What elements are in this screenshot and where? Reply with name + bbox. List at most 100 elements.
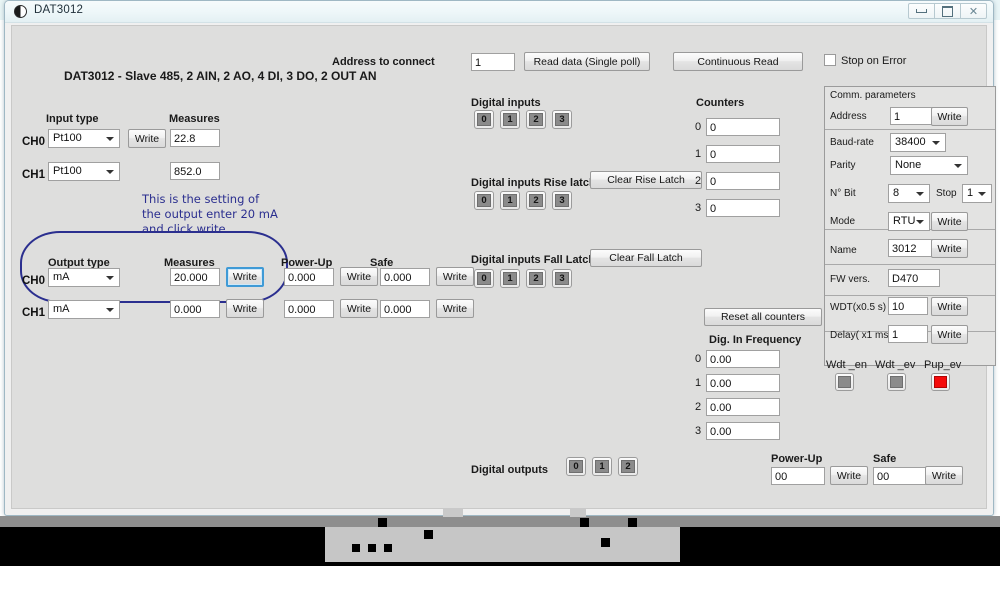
digital-input-rise-bit-2[interactable]: 2 xyxy=(526,191,546,210)
digital-outputs-safe-write-button[interactable]: Write xyxy=(925,466,963,485)
analog-out-ch1-type-value: mA xyxy=(53,303,70,315)
analog-out-ch1-write-button[interactable]: Write xyxy=(226,299,264,318)
analog-out-ch0-powerup-write-button[interactable]: Write xyxy=(340,267,378,286)
comm-delay-write-button[interactable]: Write xyxy=(931,325,968,344)
clear-rise-latch-button[interactable]: Clear Rise Latch xyxy=(590,171,702,189)
comm-parity-select[interactable]: None xyxy=(890,156,968,175)
analog-out-ch1-powerup[interactable]: 0.000 xyxy=(284,300,334,318)
analog-in-ch1-type-select[interactable]: Pt100 xyxy=(48,162,120,181)
artifact-block xyxy=(368,544,376,552)
artifact-block-light xyxy=(570,508,586,517)
digital-input-bit-1[interactable]: 1 xyxy=(500,110,520,129)
wdt-ev-label: Wdt _ev xyxy=(875,359,916,371)
digital-input-fall-bit-1[interactable]: 1 xyxy=(500,269,520,288)
digital-input-bit-1-label: 1 xyxy=(503,113,517,126)
close-icon[interactable]: ✕ xyxy=(960,3,987,19)
digital-input-rise-bit-1[interactable]: 1 xyxy=(500,191,520,210)
digital-input-fall-bit-2[interactable]: 2 xyxy=(526,269,546,288)
digital-input-rise-bit-0[interactable]: 0 xyxy=(474,191,494,210)
analog-out-ch0-write-button[interactable]: Write xyxy=(226,267,264,287)
comm-delay-input[interactable]: 1 xyxy=(888,325,928,343)
analog-out-ch0-safe-write-button[interactable]: Write xyxy=(436,267,474,286)
analog-out-ch0-type-select[interactable]: mA xyxy=(48,268,120,287)
analog-out-ch1-safe-write-button[interactable]: Write xyxy=(436,299,474,318)
continuous-read-button[interactable]: Continuous Read xyxy=(673,52,803,71)
analog-out-ch1-safe[interactable]: 0.000 xyxy=(380,300,430,318)
digital-input-rise-bit-3-label: 3 xyxy=(555,194,569,207)
analog-out-ch0-powerup[interactable]: 0.000 xyxy=(284,268,334,286)
analog-in-ch1-measure[interactable]: 852.0 xyxy=(170,162,220,180)
digital-output-bit-0[interactable]: 0 xyxy=(566,457,586,476)
comm-delay-label: Delay( x1 ms) xyxy=(830,330,892,341)
digital-input-fall-bit-0[interactable]: 0 xyxy=(474,269,494,288)
chevron-down-icon xyxy=(978,192,986,196)
digital-input-bit-0[interactable]: 0 xyxy=(474,110,494,129)
comm-fw-value: D470 xyxy=(888,269,940,287)
title-bar: DAT3012 ✕ xyxy=(5,1,993,23)
analog-out-ch1-measure[interactable]: 0.000 xyxy=(170,300,220,318)
analog-out-ch1-powerup-write-button[interactable]: Write xyxy=(340,299,378,318)
annotation-text: This is the setting of the output enter … xyxy=(142,192,278,236)
pup-ev-indicator xyxy=(931,373,950,391)
digital-output-bit-1[interactable]: 1 xyxy=(592,457,612,476)
frequency-value-3[interactable]: 0.00 xyxy=(706,422,780,440)
digital-output-bit-2-label: 2 xyxy=(621,460,635,473)
address-to-connect-label: Address to connect xyxy=(332,56,435,68)
digital-output-bit-2[interactable]: 2 xyxy=(618,457,638,476)
artifact-block xyxy=(424,530,433,539)
comm-baud-select[interactable]: 38400 xyxy=(890,133,946,152)
analog-in-ch0-write-button[interactable]: Write xyxy=(128,129,166,148)
analog-out-ch0-label: CH0 xyxy=(22,275,46,287)
counter-value-0[interactable]: 0 xyxy=(706,118,780,136)
digital-outputs-powerup-write-button[interactable]: Write xyxy=(830,466,868,485)
maximize-icon[interactable] xyxy=(934,3,961,19)
counter-index-2: 2 xyxy=(695,175,702,187)
analog-in-ch0-measure[interactable]: 22.8 xyxy=(170,129,220,147)
wdt-ev-indicator xyxy=(887,373,906,391)
window-controls: ✕ xyxy=(908,3,987,19)
frequency-value-2[interactable]: 0.00 xyxy=(706,398,780,416)
comm-nbit-label: N° Bit xyxy=(830,188,856,199)
chevron-down-icon xyxy=(106,170,114,174)
frequency-value-1[interactable]: 0.00 xyxy=(706,374,780,392)
comm-stop-select[interactable]: 1 xyxy=(962,184,992,203)
comm-wdt-write-button[interactable]: Write xyxy=(931,297,968,316)
digital-outputs-title: Digital outputs xyxy=(471,464,548,476)
read-single-poll-button[interactable]: Read data (Single poll) xyxy=(524,52,650,71)
digital-input-rise-bit-3[interactable]: 3 xyxy=(552,191,572,210)
counter-value-2[interactable]: 0 xyxy=(706,172,780,190)
comm-mode-write-button[interactable]: Write xyxy=(931,212,968,231)
comm-name-write-button[interactable]: Write xyxy=(931,239,968,258)
digital-input-rise-bit-0-label: 0 xyxy=(477,194,491,207)
comm-address-write-button[interactable]: Write xyxy=(931,107,968,126)
minimize-icon[interactable] xyxy=(908,3,935,19)
counter-value-1[interactable]: 0 xyxy=(706,145,780,163)
chevron-down-icon xyxy=(106,308,114,312)
reset-all-counters-button[interactable]: Reset all counters xyxy=(704,308,822,326)
analog-out-ch1-type-select[interactable]: mA xyxy=(48,300,120,319)
analog-in-ch0-type-select[interactable]: Pt100 xyxy=(48,129,120,148)
frequency-value-0[interactable]: 0.00 xyxy=(706,350,780,368)
comm-wdt-input[interactable]: 10 xyxy=(888,297,928,315)
analog-out-ch0-safe[interactable]: 0.000 xyxy=(380,268,430,286)
comm-address-label: Address xyxy=(830,111,867,122)
stop-on-error-checkbox[interactable] xyxy=(824,54,836,66)
digital-outputs-powerup-value[interactable]: 00 xyxy=(771,467,825,485)
counter-index-1: 1 xyxy=(695,148,702,160)
digital-input-bit-3[interactable]: 3 xyxy=(552,110,572,129)
comm-mode-select[interactable]: RTU xyxy=(888,212,930,231)
comm-parity-label: Parity xyxy=(830,160,856,171)
analog-in-ch0-label: CH0 xyxy=(22,136,46,148)
digital-outputs-safe-value[interactable]: 00 xyxy=(873,467,927,485)
comm-stop-label: Stop xyxy=(936,188,957,199)
address-to-connect-input[interactable]: 1 xyxy=(471,53,515,71)
comm-nbit-select[interactable]: 8 xyxy=(888,184,930,203)
analog-out-ch1-label: CH1 xyxy=(22,307,46,319)
digital-input-fall-bit-3[interactable]: 3 xyxy=(552,269,572,288)
analog-out-ch0-measure[interactable]: 20.000 xyxy=(170,268,220,286)
clear-fall-latch-button[interactable]: Clear Fall Latch xyxy=(590,249,702,267)
digital-input-bit-0-label: 0 xyxy=(477,113,491,126)
counter-value-3[interactable]: 0 xyxy=(706,199,780,217)
chevron-down-icon xyxy=(932,141,940,145)
digital-input-bit-2[interactable]: 2 xyxy=(526,110,546,129)
